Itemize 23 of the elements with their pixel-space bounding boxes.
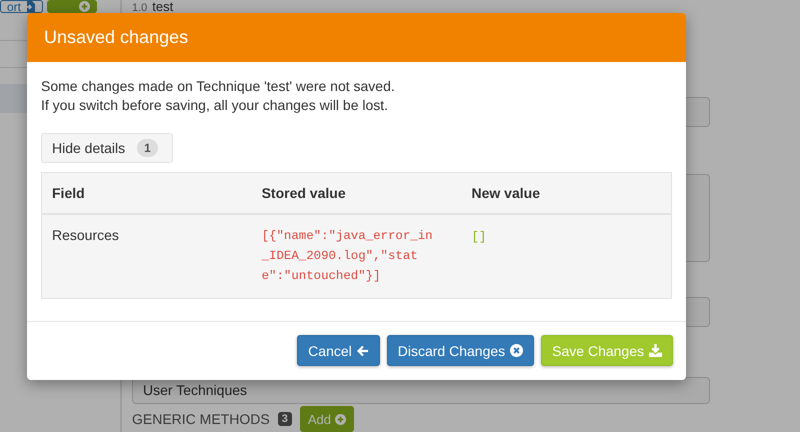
plus-circle-icon [334, 414, 346, 424]
plus-circle-icon [79, 1, 90, 12]
message-text: Some changes made on Technique 'test' were not saved. [41, 77, 396, 96]
close-circle-icon [510, 344, 524, 357]
new-value-cell: [] [472, 230, 486, 244]
modal-title: Unsaved changes [44, 27, 188, 48]
column-header: Stored value [252, 172, 462, 214]
count-badge: 3 [278, 412, 292, 426]
column-header: New value [462, 172, 672, 214]
download-icon [649, 344, 662, 357]
discard-button[interactable]: Discard Changes [386, 335, 534, 366]
cancel-button[interactable]: Cancel [297, 335, 380, 366]
technique-title: test [152, 0, 174, 13]
create-button[interactable] [47, 0, 98, 13]
section-title: GENERIC METHODS [132, 411, 270, 427]
column-header: Field [42, 172, 252, 214]
hide-details-button[interactable]: Hide details 1 [41, 133, 173, 163]
count-badge: 1 [137, 139, 158, 157]
arrow-left-icon [356, 344, 369, 356]
message-text: If you switch before saving, all your changes will be lost. [41, 96, 390, 115]
table-cell: Resources [42, 214, 252, 298]
version-label: 1.0 [132, 2, 148, 15]
stored-value-cell-text: [{"name":"java_error_in_IDEA_2090.log","state":"untouched"}] [262, 228, 433, 285]
